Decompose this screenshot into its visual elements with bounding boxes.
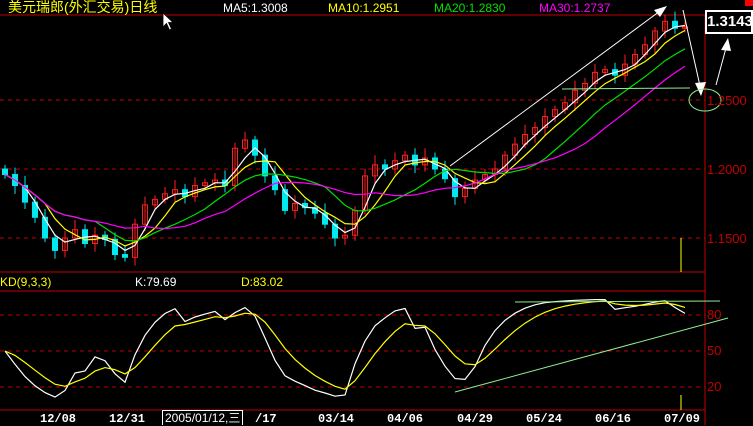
date-label: 12/08 — [40, 412, 77, 426]
kd-resistance-line — [514, 300, 721, 303]
kd-k-value: K:79.69 — [135, 275, 177, 289]
ma5-label: MA5:1.3008 — [223, 1, 288, 15]
kd-axis-label: 20 — [707, 379, 722, 394]
ma10-line — [4, 29, 686, 247]
price-axis-label: 1.2500 — [707, 93, 747, 108]
date-label: 04/06 — [387, 412, 424, 426]
alert-indicator — [745, 0, 753, 6]
date-label: 06/16 — [595, 412, 632, 426]
price-axis-label: 1.2000 — [707, 162, 747, 177]
up-arrow-line — [715, 47, 727, 86]
cursor-date-tooltip: 2005/01/12,三 — [162, 410, 244, 425]
price-chart — [0, 6, 731, 425]
mouse-cursor-icon — [162, 12, 175, 31]
date-label: 07/09 — [664, 412, 701, 426]
kd-d-value: D:83.02 — [241, 275, 284, 289]
candle-body — [122, 254, 128, 258]
kd-label: KD(9,3,3) — [0, 275, 52, 289]
down-arrow-line — [682, 9, 701, 87]
arrowhead-icon — [721, 38, 731, 51]
ma30-label: MA30:1.2737 — [539, 1, 611, 15]
candle-body — [42, 216, 48, 239]
price-axis-label: 1.1500 — [707, 231, 747, 246]
ma20-label: MA20:1.2830 — [434, 1, 506, 15]
kd-axis-label: 50 — [707, 343, 722, 358]
kd-k-line — [4, 299, 686, 398]
kd-d-line — [4, 300, 686, 390]
candle-body — [2, 168, 8, 176]
date-label: 05/24 — [526, 412, 563, 426]
candle-body — [262, 154, 268, 177]
date-label: 04/29 — [457, 412, 494, 426]
date-label: 12/31 — [109, 412, 146, 426]
date-label: 03/14 — [318, 412, 355, 426]
support-line — [561, 87, 691, 90]
ma10-label: MA10:1.2951 — [328, 1, 400, 15]
candle-body — [52, 237, 58, 251]
date-label: /17 — [255, 412, 277, 426]
ma5-line — [4, 24, 686, 252]
kd-axis-label: 80 — [707, 307, 722, 322]
chart-title: 美元瑞郎(外汇交易)日线 — [8, 0, 158, 15]
current-price-label: 1.3143 — [705, 10, 753, 34]
